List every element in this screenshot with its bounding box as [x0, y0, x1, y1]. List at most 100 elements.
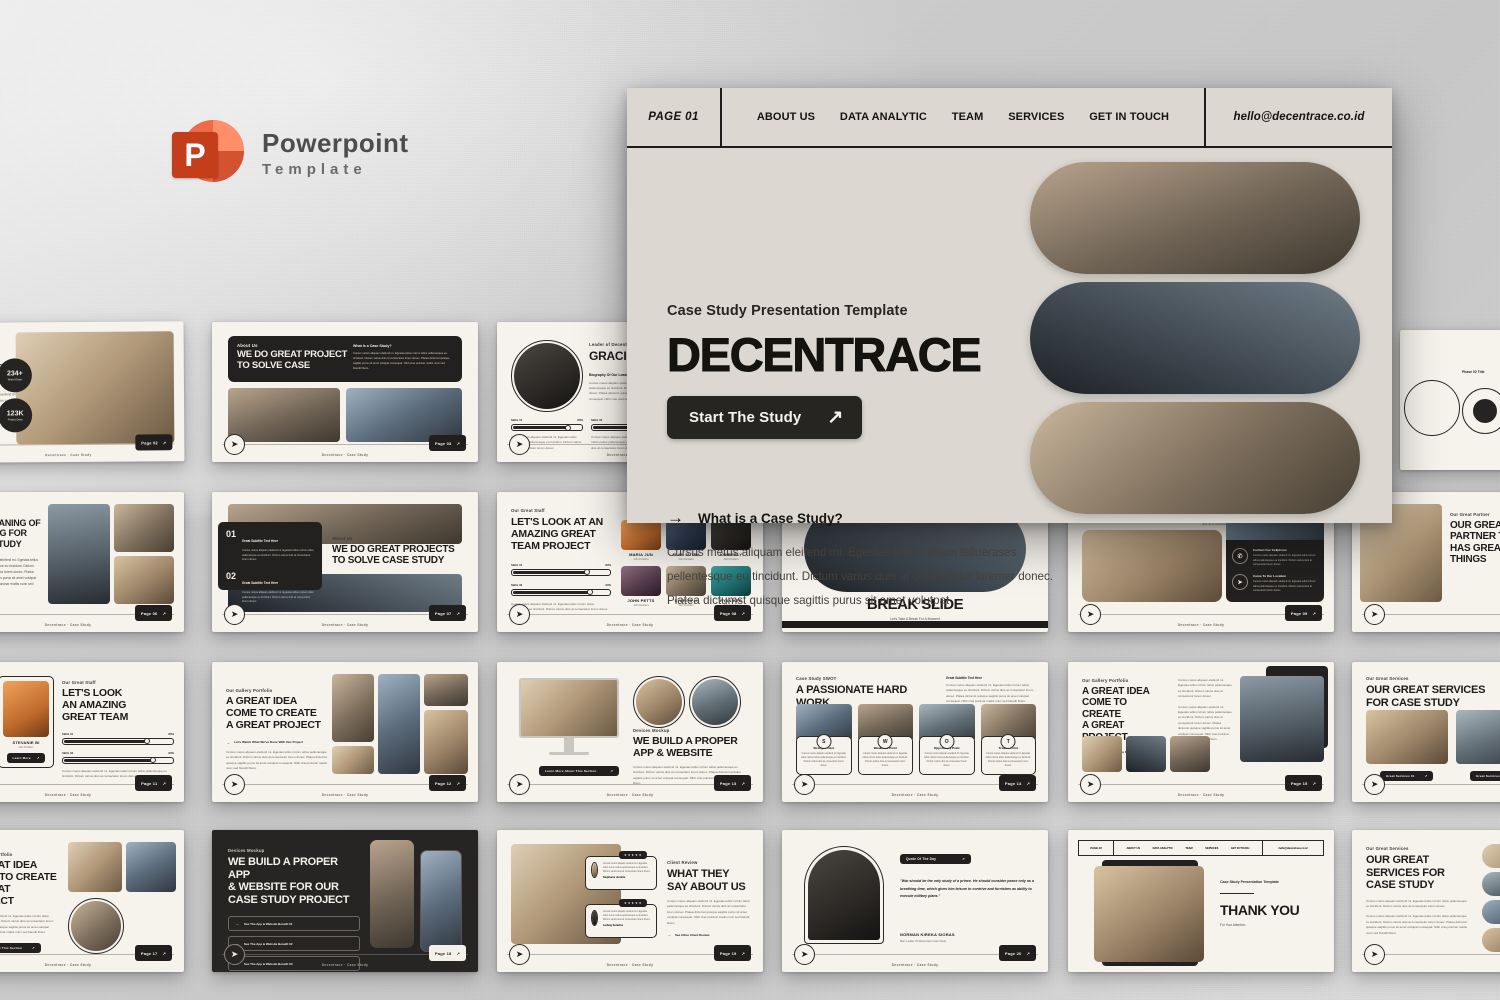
arrow-up-right-icon: ↗ — [456, 610, 460, 616]
slide-photo — [68, 842, 122, 892]
slide-title: LET'S LOOK AN AMAZING GREAT TEAM — [62, 687, 129, 723]
slide-title: THE MEANING OF LOOKING FOR CASE STUDY — [0, 518, 41, 549]
slide-kicker: Case Study SWOT — [796, 676, 837, 681]
thank-you-nav: PAGE 20 ABOUT US DATA ANALYTIC TEAM SERV… — [1078, 840, 1324, 856]
slide-photo — [1082, 530, 1222, 602]
slide-footer: ➤ Page 07 ↗ Decentrace · Case Study — [212, 603, 478, 627]
slide-thumbnail-numbered[interactable]: 01 Great Subtitle Text Here Cursus metus… — [212, 492, 478, 632]
learn-more-button[interactable]: Learn More ↗ — [6, 753, 46, 763]
slide-photo — [1482, 844, 1500, 868]
nav-email[interactable]: hello@decentrace.co.id — [1206, 88, 1392, 146]
leader-portrait — [514, 343, 580, 409]
quote-button[interactable]: Quote Of The Day ↗ — [900, 854, 971, 864]
service-card: Great Services 01 ↗ — [1366, 710, 1448, 782]
logo-line-1: Powerpoint — [262, 128, 409, 159]
cursor-arrow-icon: ➤ — [794, 774, 815, 795]
page-button[interactable]: Page 19 ↗ — [713, 945, 751, 961]
slide-kicker: Our Great Staff — [62, 680, 96, 685]
slide-kicker: Data Analytics — [1410, 342, 1500, 347]
slide-title: A GREAT IDEA COME TO CREATE A GREAT PROJ… — [226, 695, 321, 731]
nav-link-services[interactable]: SERVICES — [1008, 111, 1064, 123]
slide-kicker: Devices Mockup — [228, 848, 265, 853]
nav-link-about-us[interactable]: ABOUT US — [757, 111, 815, 123]
slide-thumbnail-thank-you[interactable]: PAGE 20 ABOUT US DATA ANALYTIC TEAM SERV… — [1068, 830, 1334, 972]
page-button[interactable]: Page 14 ↗ — [998, 775, 1036, 791]
benefit-item[interactable]: → See The App & Website Benefit 01 — [228, 916, 360, 932]
page-button[interactable]: Page 17 ↗ — [134, 945, 172, 961]
skill-bar — [62, 737, 174, 745]
page-button[interactable]: Page 18 ↗ — [428, 945, 466, 961]
slide-footer: ➤ Page 12 ↗ Decentrace · Case Study — [212, 773, 478, 797]
monitor-screen — [519, 678, 619, 738]
slide-thumbnail-gallery-b[interactable]: Our Gallery Portfolio A GREAT IDEA COME … — [1068, 662, 1334, 802]
slide-photo — [1082, 736, 1122, 772]
slide-thumbnail-services-b[interactable]: Our Great Services OUR GREAT SERVICES FO… — [1352, 830, 1500, 972]
slide-thumbnail-devices-dark[interactable]: Devices Mockup WE BUILD A PROPER APP & W… — [212, 830, 478, 972]
nav-link-data-analytic[interactable]: DATA ANALYTIC — [840, 111, 927, 123]
phone-icon: ✆ — [1232, 548, 1248, 564]
slide-photo — [332, 746, 374, 774]
slide-thumbnail-gallery-c[interactable]: Our Gallery Portfolio A GREAT IDEA COME … — [0, 830, 184, 972]
phase-ring — [1462, 388, 1500, 434]
arrow-up-right-icon: ↗ — [741, 950, 745, 956]
swot-point: Weakness Point Cursus metus aliquam elei… — [857, 704, 913, 775]
slide-thumbnail-meaning[interactable]: THE MEANING OF LOOKING FOR CASE STUDY Cu… — [0, 492, 184, 632]
page-button[interactable]: Page 07 ↗ — [428, 605, 466, 621]
slide-kicker: Our Gallery Portfolio — [0, 852, 13, 857]
slide-photo — [114, 556, 174, 604]
slide-bottom-bar — [782, 621, 1048, 628]
slide-footer: ➤ Decentrace · Case Study — [1352, 773, 1500, 795]
nav-links: ABOUT US DATA ANALYTIC TEAM SERVICES GET… — [722, 88, 1206, 146]
team-member: JOHN PETTS Job Position — [621, 566, 661, 607]
slide-footer: ➤ Page 14 ↗ Decentrace · Case Study — [782, 773, 1048, 797]
slide-thumbnail-devices[interactable]: Learn More About This Section ↗ Devices M… — [497, 662, 763, 802]
nav-link-team[interactable]: TEAM — [952, 111, 984, 123]
nav-link-get-in-touch[interactable]: GET IN TOUCH — [1089, 111, 1169, 123]
service-card: Great Services 02↗ — [1456, 710, 1500, 782]
slide-thumbnail-data-analytics[interactable]: Data Analytics CASE STUDY DATA ANALYTIC … — [1400, 330, 1500, 470]
slide-thumbnail-stats[interactable]: WE ARE DECENTRACE AGENCY Cursus metus al… — [0, 321, 185, 463]
powerpoint-icon: P — [172, 118, 244, 190]
slide-thumbnail-quote[interactable]: Quote Of The Day ↗ "War should be the onl… — [782, 830, 1048, 972]
numbered-item: 02 Great Subtitle Text Here Cursus metus… — [226, 570, 314, 604]
logo-line-2: Template — [262, 160, 367, 178]
cursor-arrow-icon: ➤ — [509, 434, 530, 455]
slide-photo — [332, 674, 374, 742]
hero-slide[interactable]: PAGE 01 ABOUT US DATA ANALYTIC TEAM SERV… — [627, 88, 1392, 607]
hero-title: DECENTRACE — [667, 328, 983, 381]
page-button[interactable]: Page 13 ↗ — [713, 775, 751, 791]
slide-footer: ➤ Page 03 ↗ Decentrace · Case Study — [212, 433, 478, 457]
slide-thumbnail-services-a[interactable]: Our Great Services OUR GREAT SERVICES FO… — [1352, 662, 1500, 802]
swot-letter-icon: T — [1000, 734, 1016, 749]
cursor-arrow-icon: ➤ — [1080, 774, 1101, 795]
phase-ring — [1404, 380, 1460, 436]
page-button[interactable]: Page 03 ↗ — [428, 435, 466, 451]
team-member: MARIA JUN Job Position — [621, 520, 661, 561]
slide-footer: ➤ Page 13 ↗ Decentrace · Case Study — [497, 773, 763, 797]
slide-thumbnail-staff-two[interactable]: ALAN SUTRA Job Position Learn More↗ STEV… — [0, 662, 184, 802]
page-button[interactable]: Page 09 ↗ — [1284, 605, 1322, 621]
slide-thumbnail-testimonial[interactable]: Cursus metus aliquam eleifend mi. Egesta… — [497, 830, 763, 972]
slide-thumbnail-swot[interactable]: Case Study SWOT A PASSIONATE HARD WORK G… — [782, 662, 1048, 802]
start-the-study-button[interactable]: Start The Study ↗ — [667, 396, 863, 439]
slide-thumbnail-about-dark[interactable]: About Us WE DO GREAT PROJECT TO SOLVE CA… — [212, 322, 478, 462]
page-button[interactable]: Page 20 ↗ — [998, 945, 1036, 961]
team-member: STEVANIE BI Job Position Learn More ↗ — [0, 676, 54, 768]
slide-link[interactable]: See Other Client Review — [675, 933, 710, 937]
slide-thumbnail-gallery-a[interactable]: Our Gallery Portfolio A GREAT IDEA COME … — [212, 662, 478, 802]
slide-title: OUR GREAT SERVICES FOR CASE STUDY — [1366, 684, 1486, 709]
cursor-arrow-icon: ➤ — [224, 944, 245, 965]
slide-title: A GREAT IDEA COME TO CREATE A GREAT PROJ… — [1082, 686, 1150, 743]
page-button[interactable]: Page 06 ↗ — [134, 605, 172, 621]
slide-kicker: Our Great Partner — [1450, 512, 1490, 517]
page-button[interactable]: Page 11 ↗ — [135, 775, 172, 791]
page-button[interactable]: Page 02 ↗ — [135, 434, 173, 451]
page-button[interactable]: Page 15 ↗ — [1284, 775, 1322, 791]
page-button[interactable]: Page 12 ↗ — [428, 775, 466, 791]
arrow-up-right-icon: ↗ — [1312, 780, 1316, 786]
slide-footer: ➤ Decentrace · Case Study — [1352, 943, 1500, 965]
slide-footer: ➤ Page 15 ↗ Decentrace · Case Study — [1068, 773, 1334, 797]
slide-photo — [1240, 676, 1324, 762]
slide-link[interactable]: Let's Watch What We've Done With Our Pro… — [234, 740, 303, 744]
slide-subtitle: For Your Attention — [1220, 922, 1246, 927]
